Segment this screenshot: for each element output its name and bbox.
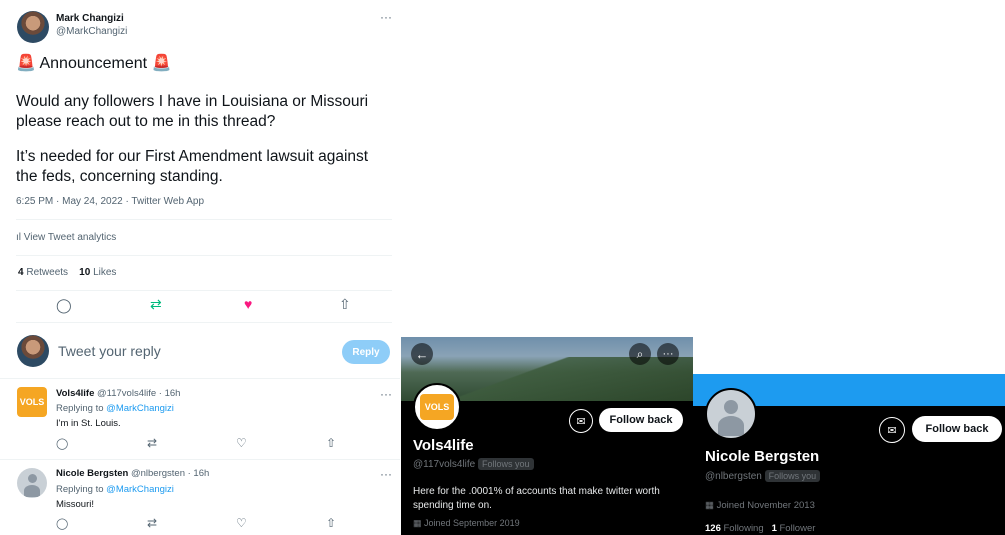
back-arrow-icon[interactable]: ←	[411, 343, 433, 365]
nicole-profile-avatar[interactable]	[705, 388, 757, 440]
share-icon[interactable]: ⇧	[339, 296, 351, 313]
more-icon[interactable]: ···	[380, 10, 392, 24]
vols-logo: VOLS	[420, 394, 454, 420]
analytics-link[interactable]: ıl View Tweet analytics	[16, 232, 116, 243]
reply1-text: I'm in St. Louis.	[56, 418, 121, 429]
nicole-handle-row: @nlbergsten Follows you	[705, 470, 821, 482]
author-handle[interactable]: @MarkChangizi	[56, 26, 127, 37]
following-count[interactable]: 126	[705, 523, 721, 534]
retweet-icon[interactable]: ⇄	[150, 296, 162, 313]
likes-count[interactable]: 10	[79, 267, 90, 278]
nicole-joined: ▦ Joined November 2013	[705, 500, 815, 511]
followers-count[interactable]: 1	[772, 523, 777, 534]
reply2-replying-handle[interactable]: @MarkChangizi	[106, 484, 174, 495]
retweet-icon[interactable]: ⇄	[147, 516, 157, 530]
vols-profile-handle: @117vols4life	[413, 459, 476, 470]
announcement-text: Announcement	[39, 55, 148, 72]
heart-icon[interactable]: ♡	[236, 516, 247, 530]
reply-input[interactable]: Tweet your reply	[58, 343, 161, 359]
announcement-line: 🚨 Announcement 🚨	[16, 53, 172, 73]
tweet-panel: Mark Changizi @MarkChangizi ··· 🚨 Announ…	[0, 0, 400, 535]
analytics-icon: ıl	[16, 232, 21, 243]
my-avatar[interactable]	[17, 335, 49, 367]
nicole-profile-panel: ✉ Follow back Nicole Bergsten @nlbergste…	[693, 374, 1005, 535]
following-label[interactable]: Following	[724, 523, 764, 534]
reply-icon[interactable]: ◯	[56, 297, 72, 314]
tweet-body-p2: It’s needed for our First Amendment laws…	[16, 148, 369, 185]
vols-profile-name: Vols4life	[413, 437, 474, 454]
reply1-replying-handle[interactable]: @MarkChangizi	[106, 403, 174, 414]
nicole-avatar[interactable]	[17, 468, 47, 498]
mail-icon[interactable]: ✉	[879, 417, 905, 443]
nicole-profile-name: Nicole Bergsten	[705, 448, 820, 465]
follow-back-button[interactable]: Follow back	[912, 416, 1002, 442]
vols-profile-avatar[interactable]: VOLS	[413, 383, 461, 431]
search-icon[interactable]: ⌕	[629, 343, 651, 365]
reply2-replying: Replying to @MarkChangizi	[56, 484, 174, 495]
share-icon[interactable]: ⇧	[326, 436, 336, 450]
vols-profile-bio: Here for the .0001% of accounts that mak…	[413, 486, 660, 511]
reply2-name[interactable]: Nicole Bergsten	[56, 468, 128, 479]
reply1-name[interactable]: Vols4life	[56, 388, 94, 399]
author-name[interactable]: Mark Changizi	[56, 13, 124, 24]
vols-joined: ▦ Joined September 2019	[413, 518, 520, 528]
retweet-icon[interactable]: ⇄	[147, 436, 157, 450]
heart-icon[interactable]: ♥	[244, 296, 252, 312]
calendar-icon: ▦	[705, 500, 714, 511]
nicole-profile-handle: @nlbergsten	[705, 471, 762, 482]
vols-avatar[interactable]: VOLS	[17, 387, 47, 417]
reply-icon[interactable]: ◯	[56, 517, 68, 530]
reply1-more-icon[interactable]: ···	[380, 387, 392, 401]
siren-icon: 🚨	[16, 55, 36, 72]
reply-icon[interactable]: ◯	[56, 437, 68, 450]
vols-profile-handle-row: @117vols4life Follows you	[413, 458, 534, 470]
tweet-stats: 4 Retweets 10 Likes	[18, 267, 116, 278]
likes-label[interactable]: Likes	[93, 267, 116, 278]
tweet-body-p1: Would any followers I have in Louisiana …	[16, 93, 369, 130]
author-avatar[interactable]	[17, 11, 49, 43]
more-icon[interactable]: ···	[657, 343, 679, 365]
share-icon[interactable]: ⇧	[326, 516, 336, 530]
reply2-text: Missouri!	[56, 499, 95, 510]
follows-you-badge: Follows you	[478, 458, 534, 470]
follows-you-badge: Follows you	[764, 470, 821, 482]
tweet-timestamp[interactable]: 6:25 PM · May 24, 2022 · Twitter Web App	[16, 196, 204, 207]
calendar-icon: ▦	[413, 518, 422, 528]
follow-back-button[interactable]: Follow back	[599, 408, 683, 432]
analytics-label: View Tweet analytics	[23, 232, 117, 243]
nicole-follow-stats: 126 Following 1 Follower	[705, 523, 815, 534]
retweets-label[interactable]: Retweets	[26, 267, 68, 278]
retweets-count[interactable]: 4	[18, 267, 24, 278]
reply-button[interactable]: Reply	[342, 340, 390, 364]
reply1-header: Vols4life @117vols4life · 16h	[56, 388, 180, 399]
siren-icon: 🚨	[151, 55, 172, 72]
heart-icon[interactable]: ♡	[236, 436, 247, 450]
vols-profile-panel: ← ⌕ ··· VOLS ✉ Follow back Vols4life @11…	[401, 337, 693, 535]
mail-icon[interactable]: ✉	[569, 409, 593, 433]
reply2-header: Nicole Bergsten @nlbergsten · 16h	[56, 468, 209, 479]
reply2-meta[interactable]: @nlbergsten · 16h	[131, 468, 209, 479]
reply1-meta[interactable]: @117vols4life · 16h	[97, 388, 180, 399]
reply1-replying: Replying to @MarkChangizi	[56, 403, 174, 414]
followers-label[interactable]: Follower	[780, 523, 816, 534]
reply2-more-icon[interactable]: ···	[380, 467, 392, 481]
